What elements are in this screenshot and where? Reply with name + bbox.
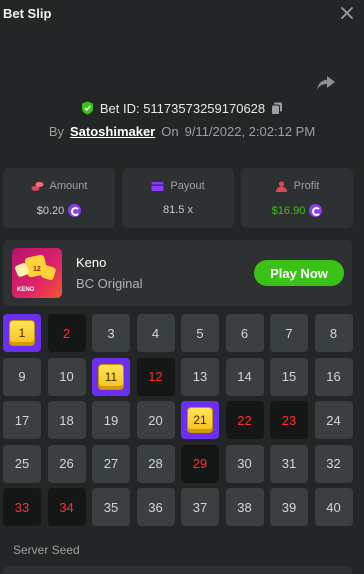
keno-tile-20: 20 (136, 401, 175, 439)
share-icon[interactable] (316, 74, 336, 92)
on-label: On (161, 123, 179, 139)
profit-icon (275, 180, 287, 192)
keno-tile-10: 10 (47, 357, 86, 396)
coin-icon (309, 204, 323, 217)
keno-tile-27: 27 (92, 444, 130, 483)
keno-tile-28: 28 (136, 444, 175, 483)
bet-datetime: 9/11/2022, 2:02:12 PM (184, 123, 316, 139)
keno-gem: 11 (98, 363, 124, 390)
keno-tile-6: 6 (225, 314, 264, 352)
keno-tile-21: 21 (181, 401, 219, 439)
payout-label: Payout (170, 180, 205, 192)
copy-icon[interactable] (271, 102, 283, 115)
keno-tile-3: 3 (92, 314, 130, 352)
keno-tile-2: 2 (47, 314, 86, 352)
verified-shield-icon (81, 101, 93, 115)
keno-tile-18: 18 (47, 401, 86, 439)
keno-tile-23: 23 (270, 401, 308, 439)
keno-thumbnail: 12 KENO (12, 248, 62, 298)
keno-tile-31: 31 (270, 444, 308, 483)
play-now-button[interactable]: Play Now (254, 260, 344, 286)
bet-id-text: Bet ID: 51173573259170628 (99, 100, 266, 116)
keno-tile-19: 19 (92, 401, 130, 439)
amount-card: Amount $0.20 (3, 168, 115, 228)
server-seed-label: Server Seed (13, 543, 80, 557)
keno-tile-38: 38 (225, 488, 264, 526)
keno-tile-13: 13 (181, 357, 219, 396)
profit-label: Profit (293, 180, 320, 192)
keno-tile-12: 12 (136, 357, 175, 396)
profit-card: Profit $16.90 (241, 168, 353, 228)
keno-tile-7: 7 (270, 314, 308, 352)
payout-card: Payout 81.5 x (122, 168, 234, 228)
keno-tile-37: 37 (181, 488, 219, 526)
keno-tile-30: 30 (225, 444, 264, 483)
keno-tile-35: 35 (92, 488, 130, 526)
keno-tile-4: 4 (136, 314, 175, 352)
keno-tile-17: 17 (3, 401, 41, 439)
title-bar: Bet Slip (0, 0, 364, 30)
server-seed-field[interactable] (3, 566, 352, 574)
game-name: Keno (76, 255, 107, 270)
keno-tile-26: 26 (47, 444, 86, 483)
keno-tile-11: 11 (92, 357, 130, 396)
keno-tile-24: 24 (314, 401, 353, 439)
bet-author-row: By Satoshimaker On 9/11/2022, 2:02:12 PM (0, 121, 364, 141)
amount-label: Amount (49, 180, 88, 192)
keno-tile-15: 15 (270, 357, 308, 396)
keno-gem: 21 (187, 407, 213, 433)
keno-tile-14: 14 (225, 357, 264, 396)
game-provider: BC Original (76, 276, 143, 291)
amount-value: $0.20 (36, 204, 65, 217)
page-title: Bet Slip (3, 6, 52, 21)
keno-tile-29: 29 (181, 444, 219, 483)
coins-icon (31, 181, 44, 191)
keno-tile-40: 40 (314, 488, 353, 526)
keno-tile-34: 34 (47, 488, 86, 526)
keno-tile-36: 36 (136, 488, 175, 526)
payout-value: 81.5 x (163, 204, 193, 216)
coin-icon (68, 204, 82, 217)
keno-thumb-label: KENO (17, 287, 35, 293)
keno-tile-22: 22 (225, 401, 264, 439)
keno-tile-25: 25 (3, 444, 41, 483)
profit-value: $16.90 (271, 204, 306, 217)
keno-gem: 1 (9, 320, 35, 346)
user-link[interactable]: Satoshimaker (70, 124, 155, 139)
wallet-icon (151, 181, 164, 191)
close-icon[interactable] (340, 6, 354, 20)
bet-id-row: Bet ID: 51173573259170628 (0, 98, 364, 118)
keno-tile-8: 8 (314, 314, 353, 352)
keno-tile-33: 33 (3, 488, 41, 526)
game-card: 12 KENO Keno BC Original Play Now (3, 240, 352, 306)
svg-text:12: 12 (33, 266, 41, 273)
by-label: By (48, 123, 64, 139)
keno-tile-5: 5 (181, 314, 219, 352)
keno-tile-16: 16 (314, 357, 353, 396)
keno-tile-1: 1 (3, 314, 41, 352)
keno-tile-32: 32 (314, 444, 353, 483)
keno-tile-9: 9 (3, 357, 41, 396)
keno-tile-39: 39 (270, 488, 308, 526)
